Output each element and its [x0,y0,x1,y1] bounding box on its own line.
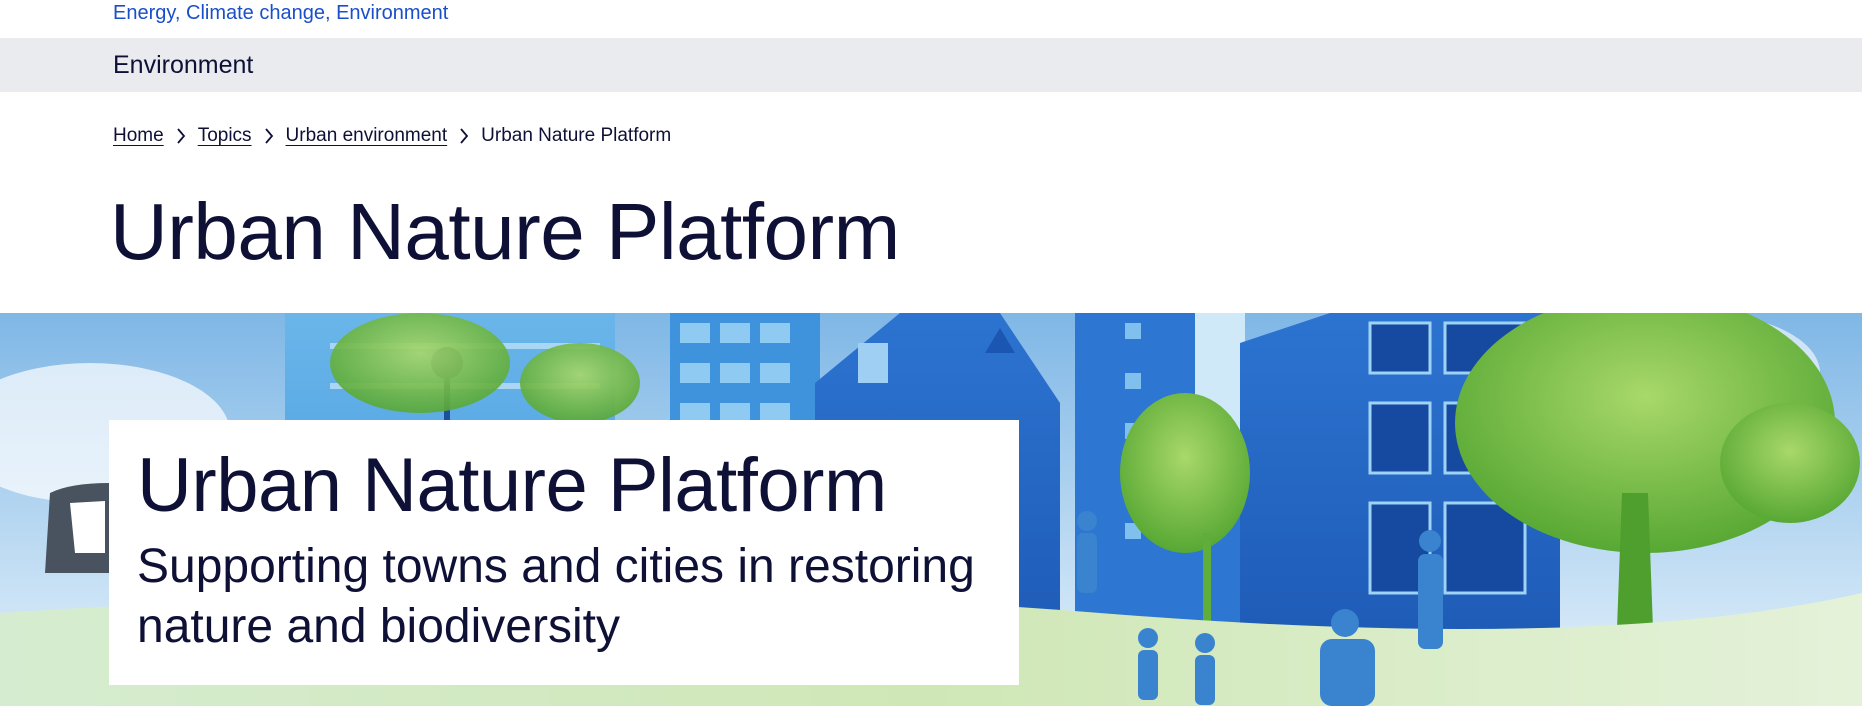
hero-subtitle: Supporting towns and cities in restoring… [137,540,975,653]
chevron-right-icon [252,122,286,150]
breadcrumb: Home Topics Urban environment Urban Natu… [113,122,671,150]
related-topics: Energy, Climate change, Environment [113,0,448,26]
hero-card: Urban Nature Platform Supporting towns a… [109,420,1019,685]
topics-link[interactable]: Energy, Climate change, Environment [113,2,448,24]
breadcrumb-home[interactable]: Home [113,125,164,147]
breadcrumb-urban-environment[interactable]: Urban environment [286,125,448,147]
section-title[interactable]: Environment [113,51,253,80]
chevron-right-icon [164,122,198,150]
hero-title: Urban Nature Platform [137,443,887,528]
breadcrumb-current: Urban Nature Platform [481,125,672,146]
chevron-right-icon [447,122,481,150]
page-title: Urban Nature Platform [110,187,900,276]
breadcrumb-topics[interactable]: Topics [198,125,252,147]
section-bar: Environment [0,38,1862,92]
hero-banner: Urban Nature Platform Supporting towns a… [0,313,1862,706]
